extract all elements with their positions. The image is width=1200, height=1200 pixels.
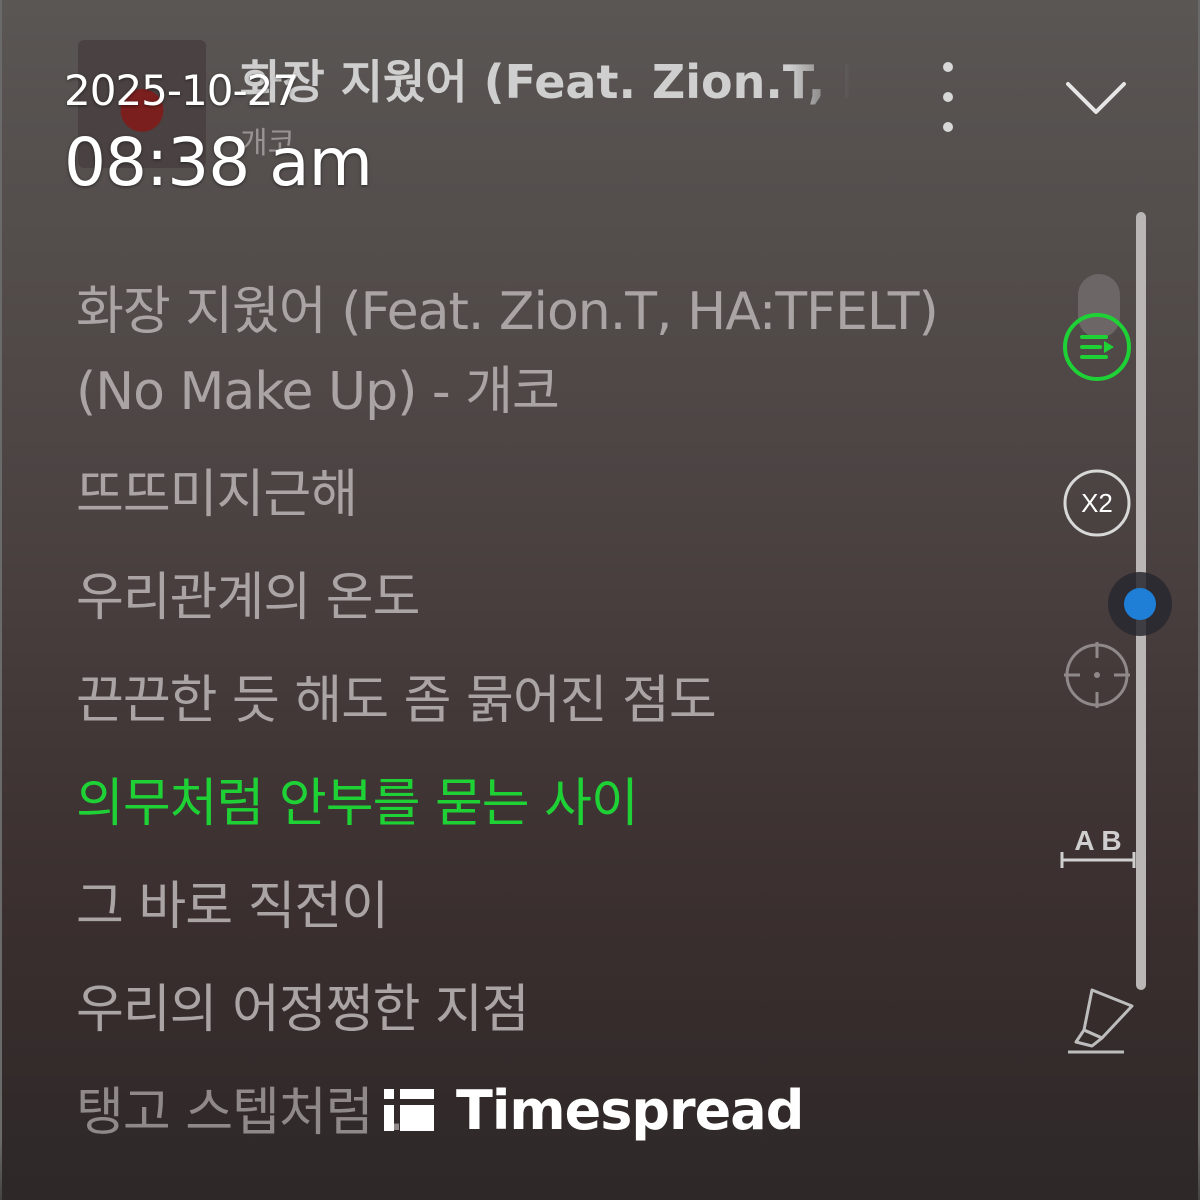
frame-left-edge [0,0,2,1200]
lyric-line[interactable]: 우리관계의 온도 [76,558,976,638]
bottom-fade [0,1140,1200,1200]
scroll-thumb[interactable] [1124,588,1156,620]
brand-logo-icon [384,1089,434,1131]
chevron-down-icon [1066,82,1126,114]
highlighter-icon [1068,988,1134,1054]
playlist-play-icon [1063,313,1131,381]
collapse-button[interactable] [1062,72,1130,124]
speed-x2-icon: X2 [1063,469,1131,537]
more-vertical-icon-dot [943,92,953,102]
more-vertical-icon-dot [943,122,953,132]
watermark: Timespread [384,1078,804,1142]
lyric-line[interactable]: 우리의 어정쩡한 지점 [76,970,976,1050]
lyric-line-active[interactable]: 의무처럼 안부를 묻는 사이 [76,764,976,844]
watermark-brand-text: Timespread [456,1078,804,1142]
lyrics-list: 화장 지웠어 (Feat. Zion.T, HA:TFELT) (No Make… [76,272,976,1176]
lyric-line[interactable]: 끈끈한 듯 해도 좀 묽어진 점도 [76,661,976,741]
lyric-line[interactable]: 화장 지웠어 (Feat. Zion.T, HA:TFELT) (No Make… [76,272,976,432]
timestamp-time: 08:38 am [64,124,373,201]
lyric-line[interactable]: 그 바로 직전이 [76,867,976,947]
ab-repeat-button[interactable]: A B [1058,820,1138,876]
song-title: 화장 지웠어 (Feat. Zion.T, HA:TFELT) [240,55,850,109]
crosshair-icon [1064,642,1130,708]
more-vertical-icon [943,62,953,72]
speed-x2-button[interactable]: X2 [1062,468,1132,542]
highlight-button[interactable] [1062,980,1138,1064]
speed-label: X2 [1081,488,1113,518]
lyric-line[interactable]: 뜨뜨미지근해 [76,455,976,535]
ab-label: A B [1074,825,1121,856]
locate-current-button[interactable] [1062,640,1132,714]
ab-repeat-icon: A B [1060,825,1136,868]
playlist-play-button[interactable] [1062,312,1132,386]
timestamp-date: 2025-10-27 [64,66,299,115]
more-options-button[interactable] [926,62,970,132]
